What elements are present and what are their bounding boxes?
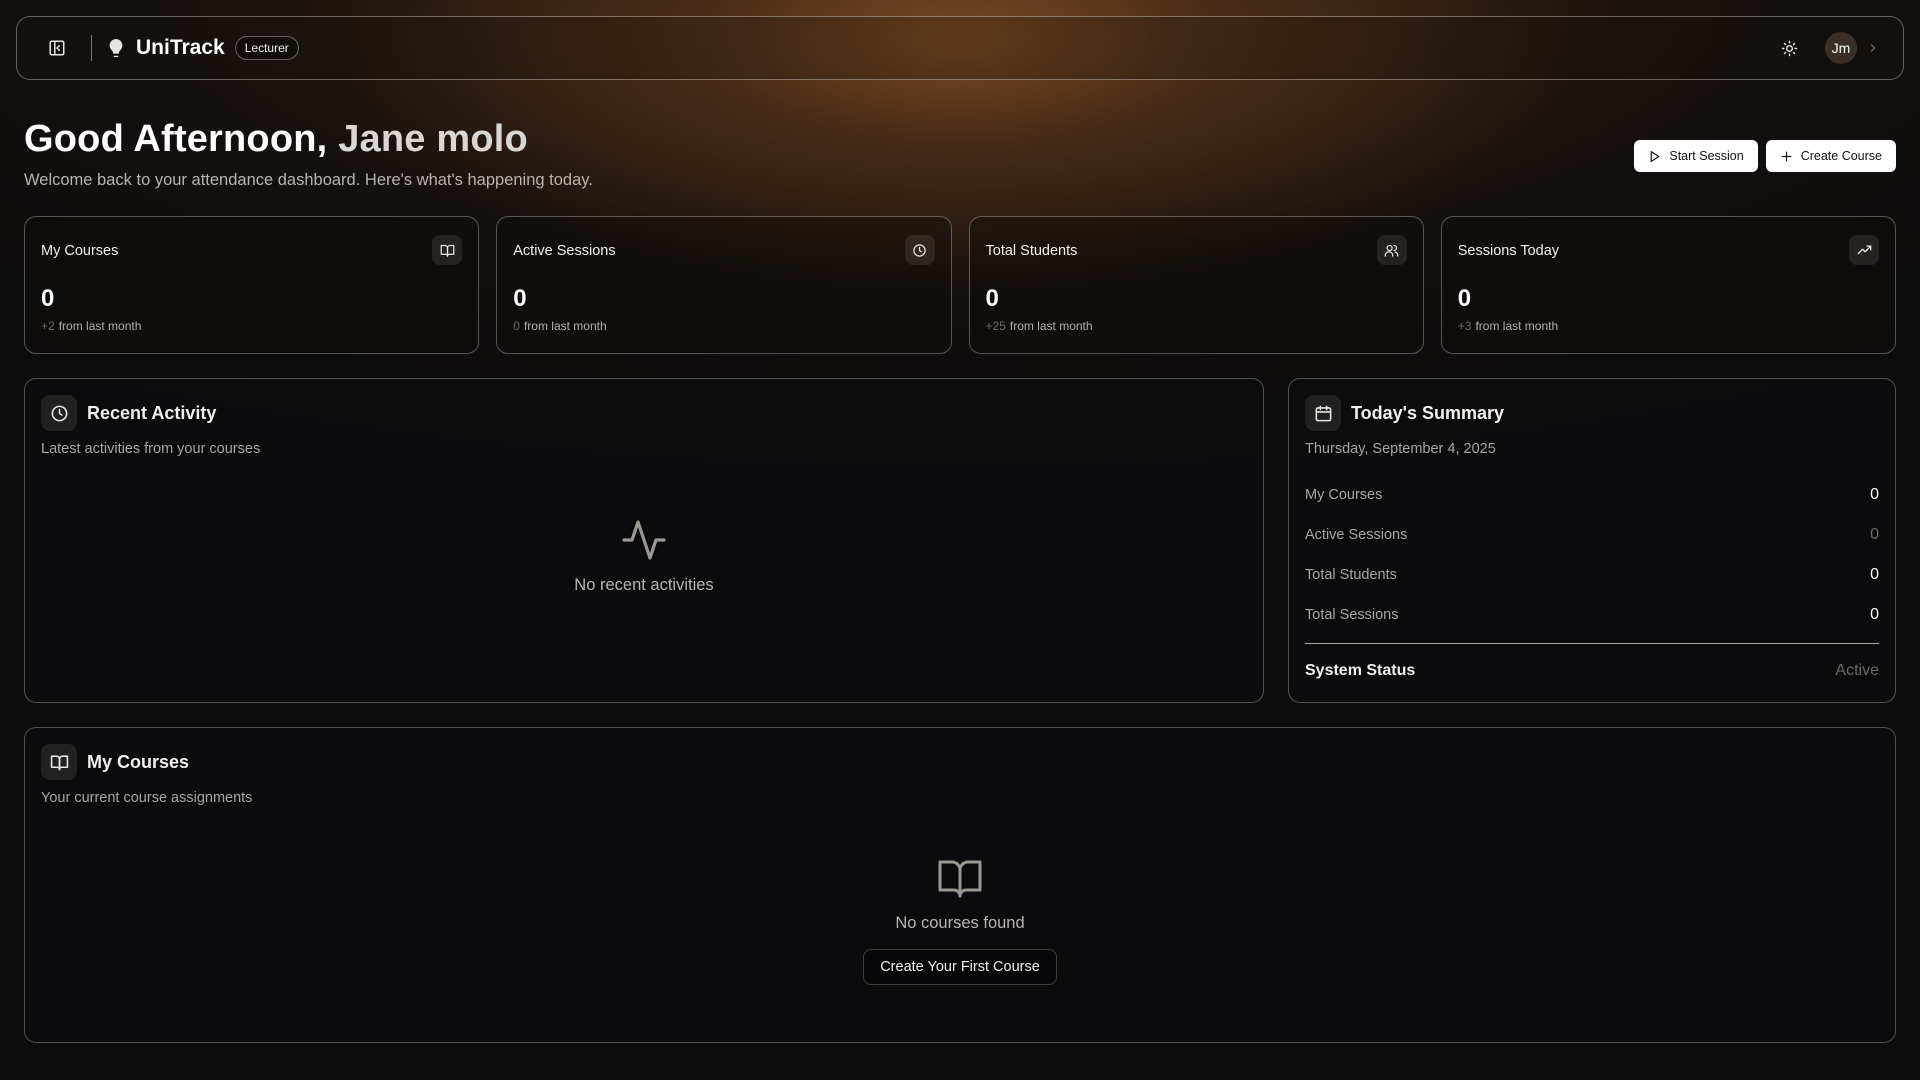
user-menu[interactable]: Jm: [1825, 32, 1879, 64]
stat-card-active-sessions: Active Sessions 0 0 from last month: [496, 216, 952, 354]
lightbulb-icon: [106, 38, 126, 58]
stat-value: 0: [41, 285, 55, 312]
book-icon: [41, 744, 77, 780]
stats-grid: My Courses 0 +2 from last month Active Se…: [24, 216, 1896, 354]
recent-activity-empty-state: No recent activities: [25, 516, 1263, 595]
stat-card-sessions-today: Sessions Today 0 +3 from last month: [1440, 216, 1896, 354]
summary-row-label: Total Sessions: [1305, 607, 1399, 623]
stat-sub: +2 from last month: [41, 319, 462, 333]
book-open-icon: [936, 854, 984, 902]
create-course-label: Create Course: [1800, 149, 1882, 163]
stat-sub-label: from last month: [58, 319, 142, 333]
brand[interactable]: UniTrack Lecturer: [106, 36, 299, 60]
summary-row-my-courses: My Courses 0: [1305, 475, 1879, 515]
stat-title: Active Sessions: [513, 243, 616, 259]
recent-activity-title: Recent Activity: [87, 402, 217, 423]
create-first-course-button[interactable]: Create Your First Course: [863, 949, 1057, 985]
book-icon: [432, 235, 463, 265]
greeting-subtitle: Welcome back to your attendance dashboar…: [24, 171, 593, 189]
play-icon: [1648, 150, 1661, 163]
summary-date: Thursday, September 4, 2025: [1305, 441, 1496, 457]
sun-icon: [1781, 40, 1798, 57]
plus-icon: [1780, 150, 1793, 163]
summary-row-total-students: Total Students 0: [1305, 555, 1879, 595]
stat-value: 0: [1457, 285, 1472, 312]
brand-name: UniTrack: [136, 36, 225, 59]
summary-row-total-sessions: Total Sessions 0: [1305, 595, 1879, 635]
stat-card-total-students: Total Students 0 +25 from last month: [968, 216, 1424, 354]
system-status-value: Active: [1835, 662, 1879, 679]
summary-rows: My Courses 0 Active Sessions 0 Total Stu…: [1305, 475, 1879, 635]
summary-row-label: My Courses: [1305, 487, 1383, 503]
system-status-label: System Status: [1305, 662, 1416, 679]
calendar-icon: [1305, 395, 1341, 431]
create-course-button[interactable]: Create Course: [1765, 140, 1896, 172]
greeting-name: Jane molo: [338, 118, 528, 160]
stat-title: My Courses: [41, 243, 119, 259]
role-badge: Lecturer: [234, 36, 299, 60]
stat-card-my-courses: My Courses 0 +2 from last month: [24, 216, 480, 354]
summary-row-value: 0: [1870, 526, 1879, 543]
theme-toggle-button[interactable]: [1773, 32, 1805, 64]
greeting-section: Good Afternoon, Jane molo Welcome back t…: [24, 118, 593, 190]
activity-icon: [620, 516, 668, 564]
summary-row-value: 0: [1870, 606, 1879, 623]
page-title: Good Afternoon, Jane molo: [24, 118, 593, 161]
my-courses-panel: My Courses Your current course assignmen…: [24, 727, 1896, 1043]
trending-up-icon: [1849, 235, 1879, 265]
stat-value: 0: [513, 285, 527, 312]
stat-sub-label: from last month: [523, 319, 607, 333]
chevron-right-icon: [1867, 42, 1879, 54]
stat-sub-label: from last month: [1475, 319, 1559, 333]
summary-row-value: 0: [1870, 486, 1879, 503]
stat-delta: 0: [513, 319, 520, 333]
page-actions: Start Session Create Course: [1634, 140, 1896, 172]
sidebar-toggle-button[interactable]: [41, 32, 73, 64]
stat-title: Sessions Today: [1457, 243, 1560, 259]
system-status-row: System Status Active: [1305, 644, 1879, 698]
todays-summary-panel: Today's Summary Thursday, September 4, 2…: [1288, 378, 1896, 703]
stat-value: 0: [985, 285, 999, 312]
recent-activity-empty-text: No recent activities: [574, 576, 714, 594]
stat-sub: 0 from last month: [513, 319, 934, 333]
sidebar-toggle-icon: [48, 39, 66, 57]
recent-activity-subtitle: Latest activities from your courses: [41, 441, 261, 457]
stat-title: Total Students: [985, 243, 1078, 259]
stat-sub: +3 from last month: [1458, 319, 1879, 333]
greeting-salutation: Good Afternoon,: [24, 118, 328, 160]
stat-delta: +25: [985, 319, 1006, 333]
my-courses-subtitle: Your current course assignments: [41, 790, 253, 806]
my-courses-title: My Courses: [87, 751, 190, 772]
summary-row-value: 0: [1870, 566, 1879, 583]
summary-row-label: Active Sessions: [1305, 527, 1408, 543]
summary-row-active-sessions: Active Sessions 0: [1305, 515, 1879, 555]
header-divider: [91, 35, 92, 61]
my-courses-empty-text: No courses found: [895, 914, 1025, 932]
stat-sub-label: from last month: [1009, 319, 1093, 333]
summary-row-label: Total Students: [1305, 567, 1397, 583]
stat-sub: +25 from last month: [986, 319, 1407, 333]
avatar: Jm: [1825, 32, 1857, 64]
recent-activity-panel: Recent Activity Latest activities from y…: [24, 378, 1264, 703]
top-navbar: UniTrack Lecturer Jm: [16, 16, 1904, 80]
start-session-label: Start Session: [1669, 149, 1744, 163]
stat-delta: +2: [41, 319, 55, 333]
clock-icon: [41, 395, 77, 431]
stat-delta: +3: [1457, 319, 1472, 333]
my-courses-empty-state: No courses found Create Your First Cours…: [25, 854, 1895, 985]
users-icon: [1376, 235, 1407, 265]
start-session-button[interactable]: Start Session: [1634, 140, 1758, 172]
clock-icon: [904, 235, 935, 265]
summary-title: Today's Summary: [1351, 402, 1504, 423]
